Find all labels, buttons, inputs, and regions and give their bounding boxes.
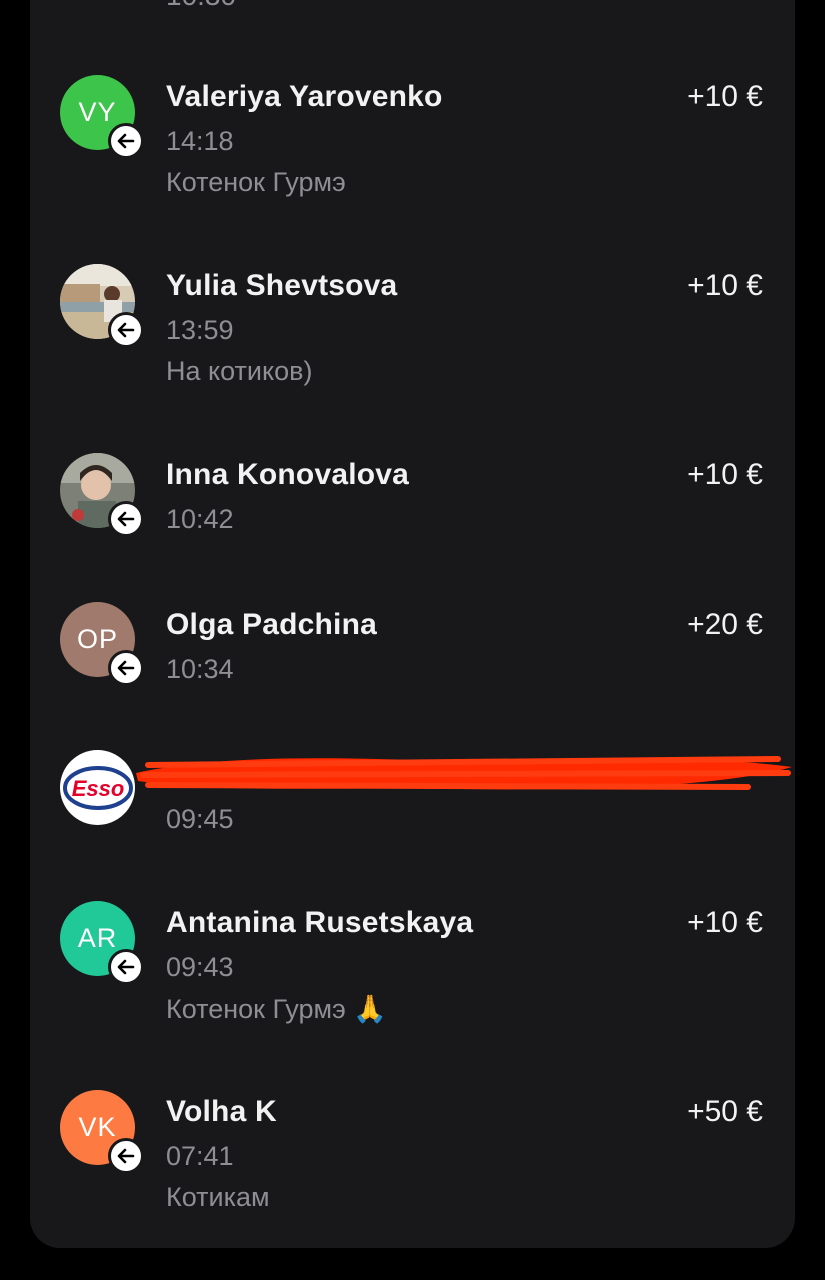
transaction-row[interactable]: Yulia Shevtsova +10 € 13:59 На котиков) (0, 230, 825, 420)
time: 09:43 (166, 952, 234, 982)
sender-name: Yulia Shevtsova (166, 269, 398, 302)
arrow-left-icon (117, 511, 135, 527)
redaction-scribble (136, 756, 792, 790)
sender-name: Olga Padchina (166, 608, 377, 641)
amount: +10 € (687, 80, 763, 113)
incoming-badge (108, 650, 144, 686)
incoming-badge (108, 1138, 144, 1174)
sender-name: Antanina Rusetskaya (166, 906, 474, 939)
time: 13:59 (166, 315, 234, 345)
arrow-left-icon (117, 322, 135, 338)
arrow-left-icon (117, 660, 135, 676)
time: 10:34 (166, 654, 234, 684)
time: 07:41 (166, 1141, 234, 1171)
amount: +10 € (687, 269, 763, 302)
note: Котикам (166, 1182, 270, 1212)
transaction-row[interactable]: AR Antanina Rusetskaya +10 € 09:43 Котен… (0, 880, 825, 1070)
transaction-row[interactable]: VY Valeriya Yarovenko +10 € 14:18 Котено… (0, 0, 825, 230)
note: На котиков) (166, 356, 313, 386)
svg-text:Esso: Esso (71, 776, 124, 801)
transaction-row[interactable]: Inna Konovalova +10 € 10:42 (0, 420, 825, 590)
transaction-row[interactable]: OP Olga Padchina +20 € 10:34 (0, 590, 825, 730)
sender-name: Inna Konovalova (166, 458, 410, 491)
time: 10:42 (166, 504, 234, 534)
incoming-badge (108, 123, 144, 159)
incoming-badge (108, 312, 144, 348)
time: 14:18 (166, 126, 234, 156)
arrow-left-icon (117, 959, 135, 975)
time: 09:45 (166, 804, 234, 834)
note: Котенок Гурмэ (166, 167, 346, 197)
arrow-left-icon (117, 133, 135, 149)
incoming-badge (108, 949, 144, 985)
amount: +50 € (687, 1095, 763, 1128)
sender-name: Valeriya Yarovenko (166, 80, 443, 113)
incoming-badge (108, 501, 144, 537)
esso-logo: Esso (60, 750, 135, 825)
transaction-row[interactable]: VK Volha K +50 € 07:41 Котикам (0, 1070, 825, 1240)
sender-name: Volha K (166, 1095, 277, 1128)
amount: +10 € (687, 458, 763, 491)
arrow-left-icon (117, 1148, 135, 1164)
note: Котенок Гурмэ 🙏 (166, 994, 387, 1024)
amount: +20 € (687, 608, 763, 641)
amount: +10 € (687, 906, 763, 939)
